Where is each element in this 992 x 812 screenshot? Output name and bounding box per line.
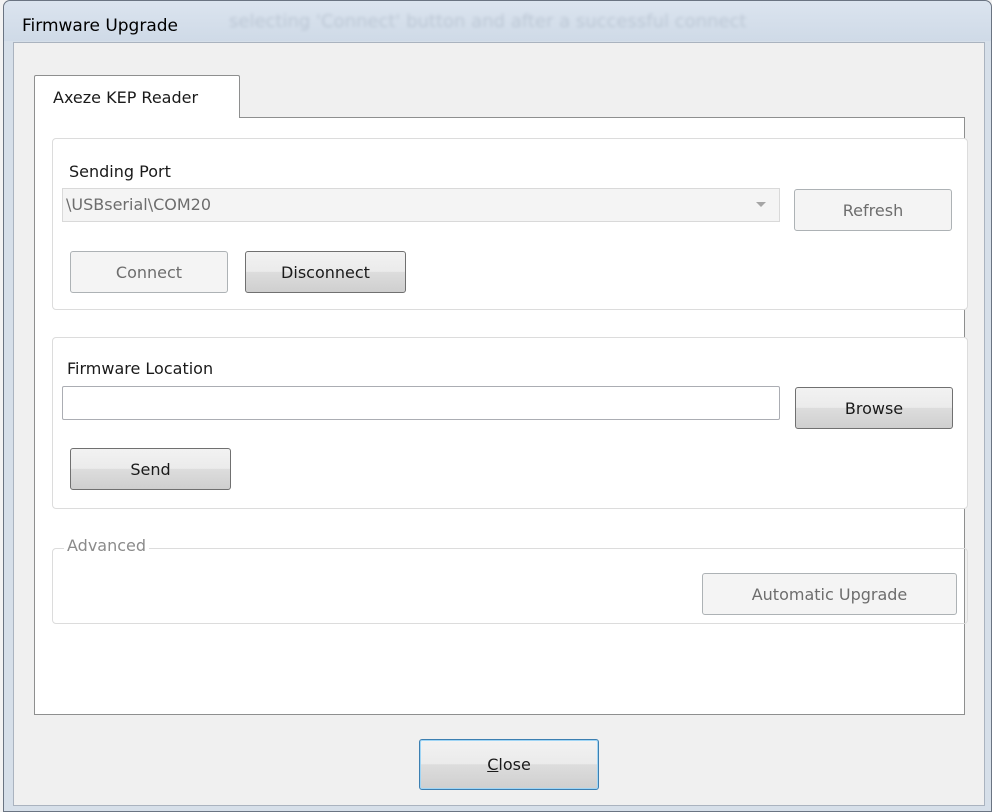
chevron-down-icon	[756, 202, 766, 207]
tab-axeze-kep-reader[interactable]: Axeze KEP Reader	[34, 75, 240, 118]
browse-button[interactable]: Browse	[795, 387, 953, 429]
connect-button[interactable]: Connect	[70, 251, 228, 293]
close-label-rest: lose	[498, 755, 531, 774]
disconnect-button[interactable]: Disconnect	[245, 251, 406, 293]
title-bar[interactable]: selecting 'Connect' button and after a s…	[4, 1, 991, 41]
tab-page: Sending Port \USBserial\COM20 Refresh Co…	[34, 117, 968, 715]
send-button[interactable]: Send	[70, 448, 231, 490]
close-button[interactable]: Close	[419, 739, 599, 790]
firmware-location-label: Firmware Location	[67, 359, 214, 378]
firmware-upgrade-window: selecting 'Connect' button and after a s…	[3, 0, 992, 812]
refresh-button[interactable]: Refresh	[794, 189, 952, 231]
background-window-text: selecting 'Connect' button and after a s…	[229, 11, 747, 32]
firmware-location-input[interactable]	[62, 386, 780, 420]
advanced-legend: Advanced	[64, 536, 150, 555]
firmware-location-group: Firmware Location Browse Send	[52, 337, 968, 509]
dialog-client-area: Axeze KEP Reader Sending Port \USBserial…	[13, 42, 985, 806]
sending-port-dropdown[interactable]: \USBserial\COM20	[62, 188, 780, 222]
sending-port-value: \USBserial\COM20	[66, 195, 212, 214]
window-title: Firmware Upgrade	[22, 16, 178, 36]
sending-port-group: Sending Port \USBserial\COM20 Refresh Co…	[52, 138, 968, 310]
automatic-upgrade-button[interactable]: Automatic Upgrade	[702, 573, 957, 615]
close-mnemonic: C	[487, 755, 499, 774]
sending-port-label: Sending Port	[69, 162, 171, 181]
